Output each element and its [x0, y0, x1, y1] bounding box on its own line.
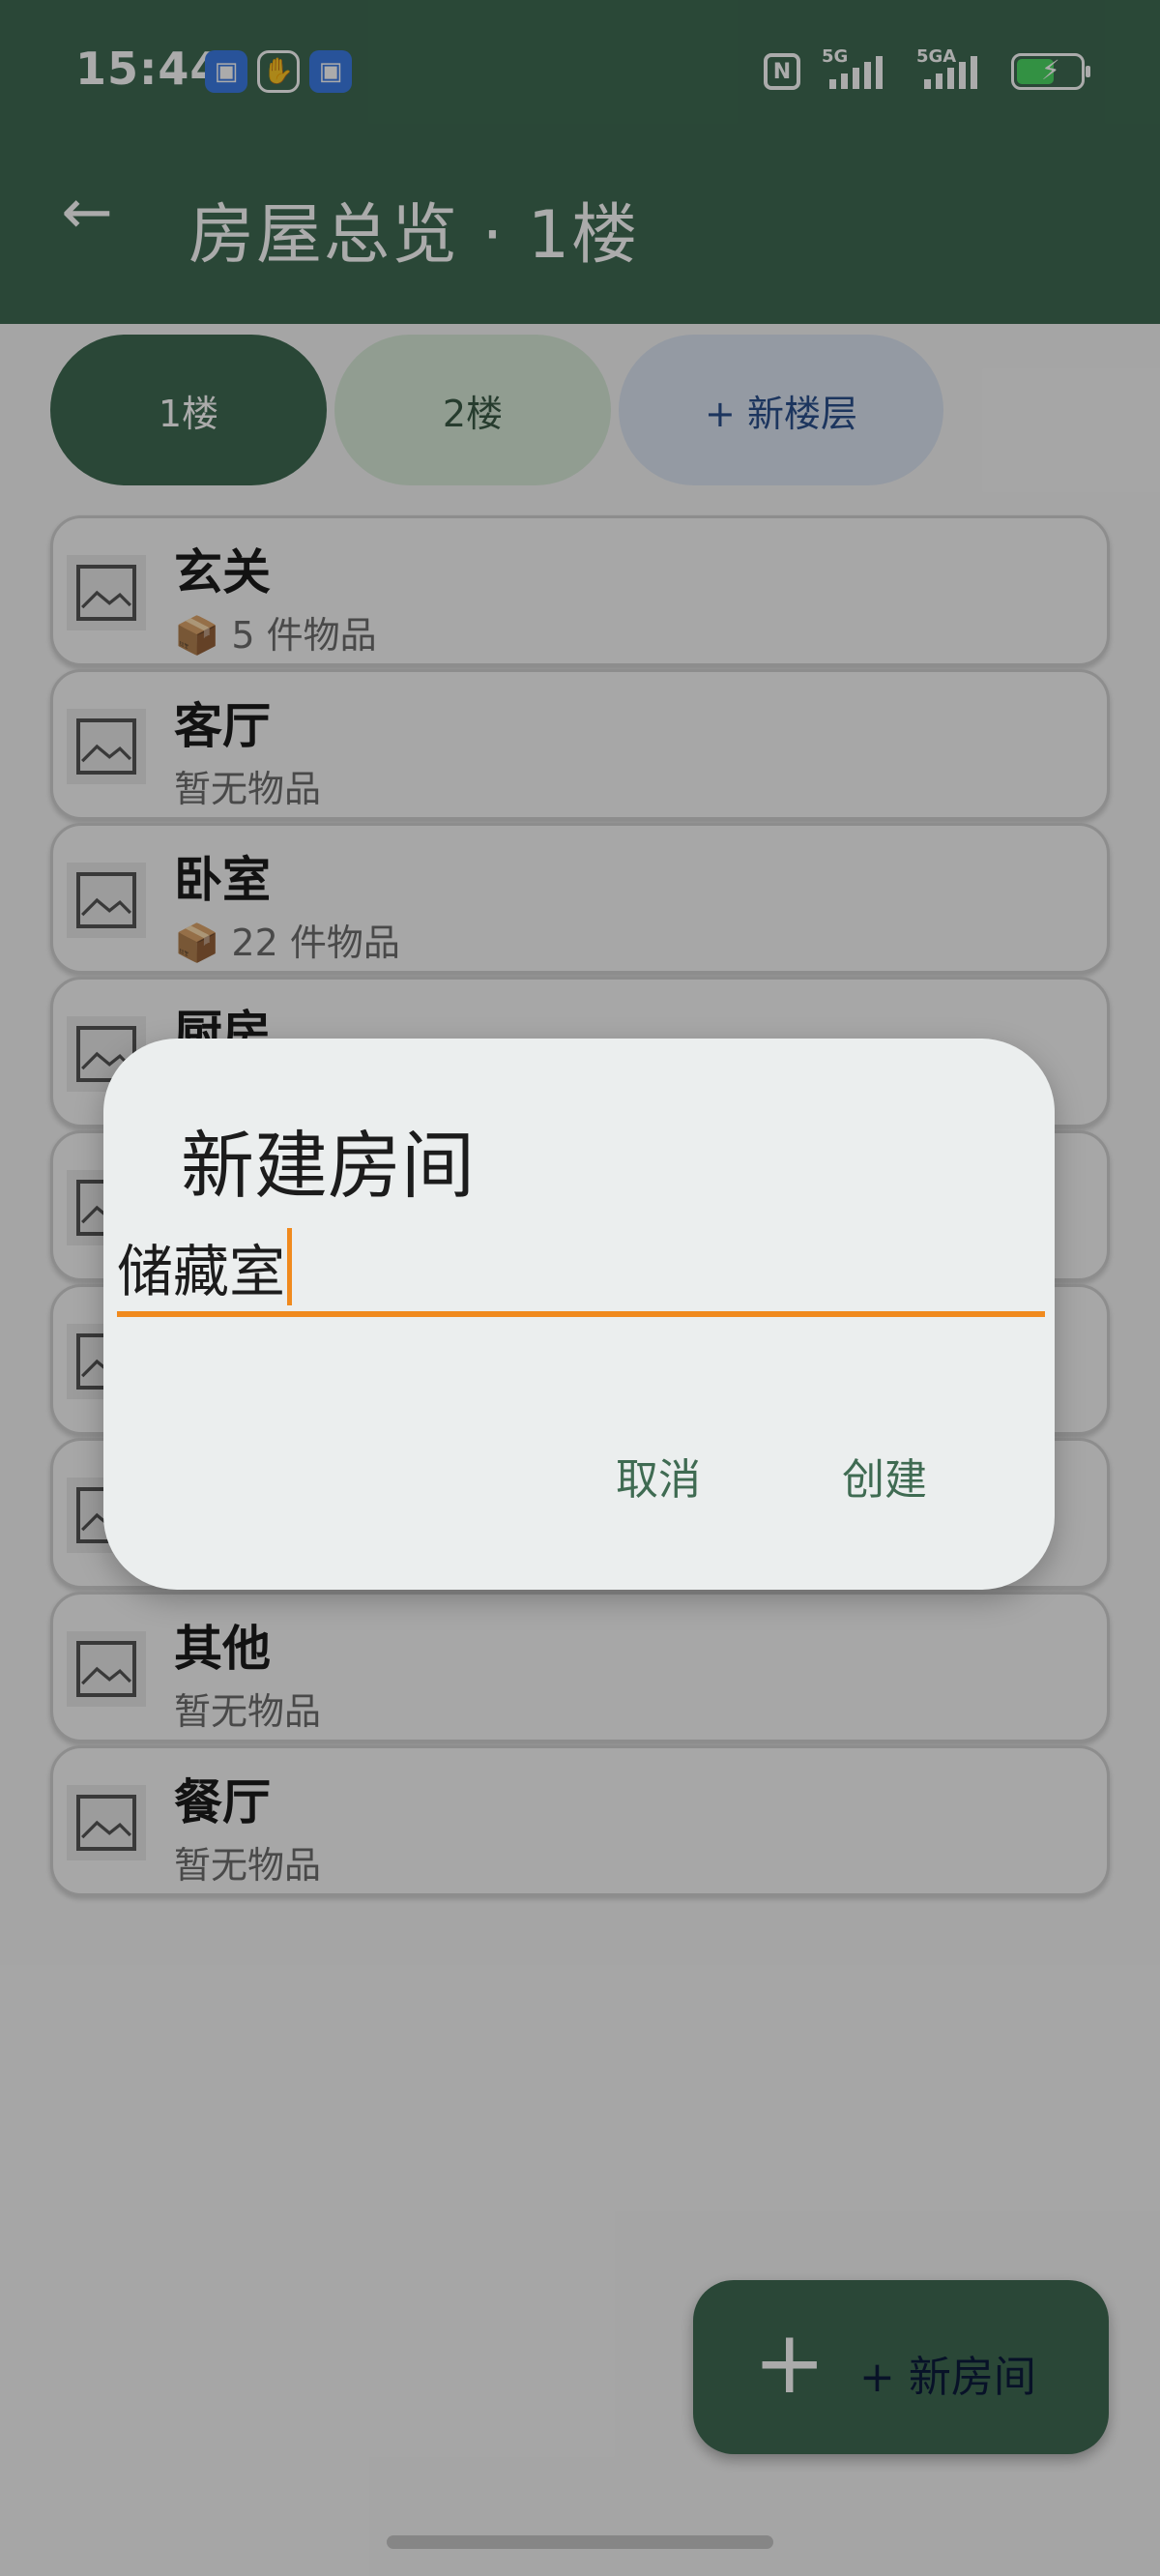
room-name-input-value: 储藏室	[117, 1239, 286, 1304]
dialog-title: 新建房间	[181, 1123, 475, 1209]
room-name-input[interactable]: 储藏室	[117, 1222, 1045, 1311]
create-button[interactable]: 创建	[823, 1435, 946, 1516]
input-underline	[117, 1311, 1045, 1317]
new-room-dialog: 新建房间 储藏室 取消 创建	[103, 1039, 1055, 1590]
cancel-button[interactable]: 取消	[596, 1435, 720, 1516]
text-cursor	[287, 1228, 293, 1305]
